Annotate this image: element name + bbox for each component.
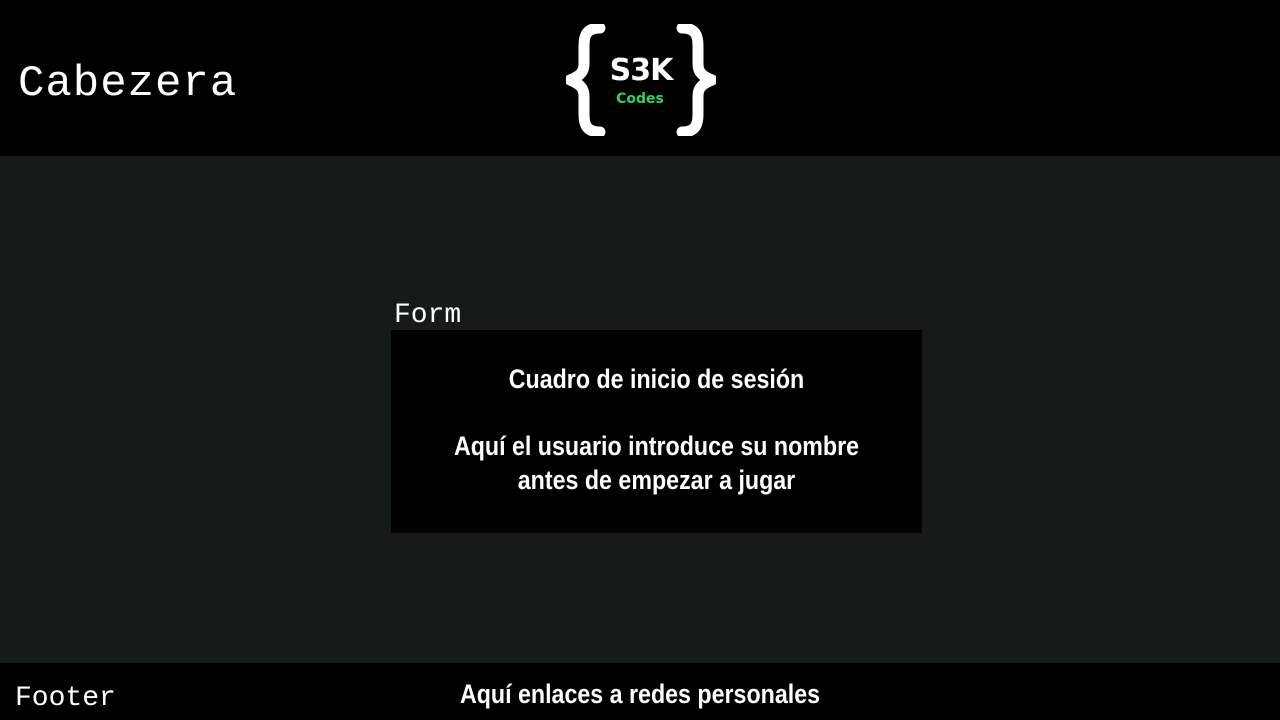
footer-links-text[interactable]: Aquí enlaces a redes personales <box>90 677 1191 711</box>
login-box-title: Cuadro de inicio de sesión <box>508 364 805 394</box>
login-box-description: Aquí el usuario introduce su nombre ante… <box>453 431 860 495</box>
logo-subtitle: Codes <box>616 91 664 107</box>
form-label: Form <box>394 300 462 331</box>
header-label: Cabezera <box>18 59 238 109</box>
header: Cabezera S3K Codes <box>0 0 1280 156</box>
login-box: Cuadro de inicio de sesión Aquí el usuar… <box>391 330 922 533</box>
logo-title: S3K <box>609 53 674 88</box>
footer: Footer Aquí enlaces a redes personales <box>0 663 1280 720</box>
logo[interactable]: S3K Codes <box>566 24 716 136</box>
